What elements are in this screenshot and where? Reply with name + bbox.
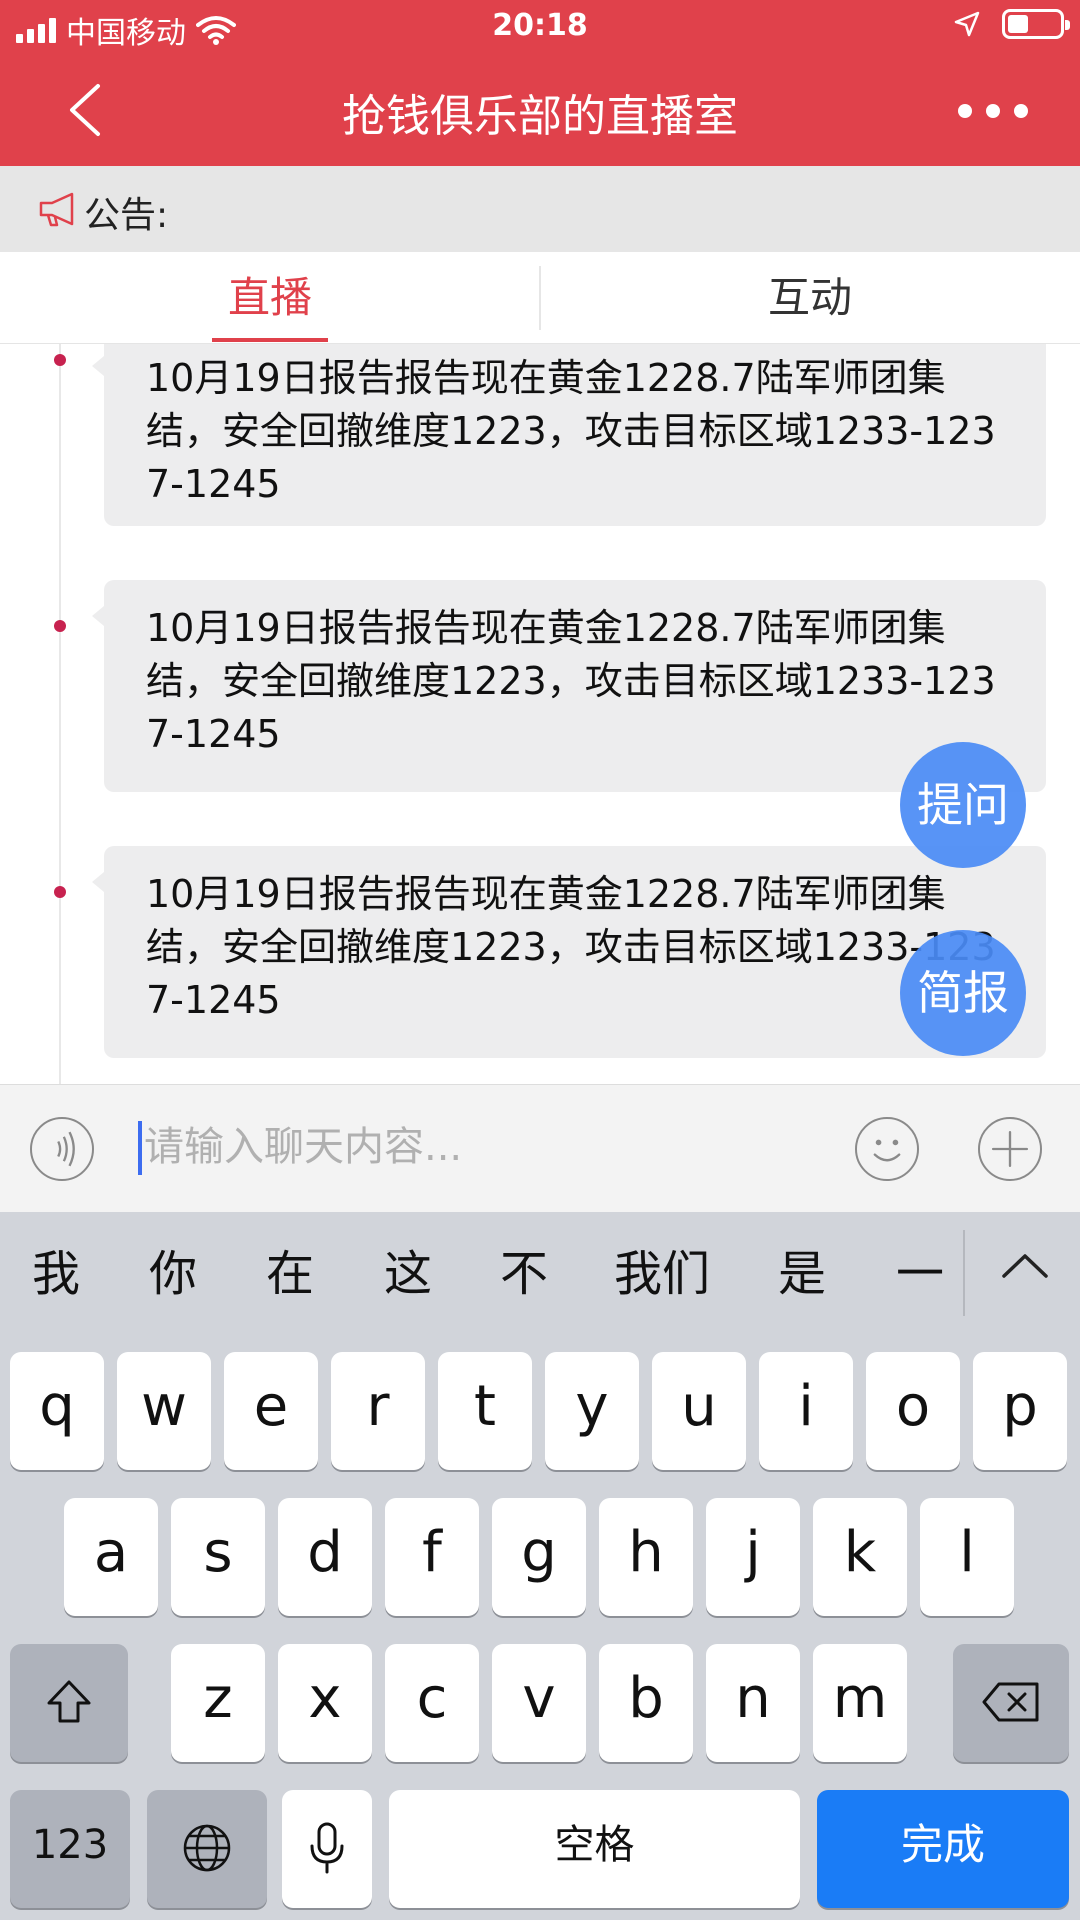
nav-bar: 抢钱俱乐部的直播室: [0, 54, 1080, 166]
plus-icon[interactable]: [978, 1117, 1042, 1181]
delete-icon: [982, 1682, 1039, 1722]
announcement-bar: 公告:: [0, 166, 1080, 252]
timeline-line: [59, 344, 61, 1084]
key-r[interactable]: r: [331, 1352, 425, 1470]
candidate-word[interactable]: 我们: [614, 1234, 710, 1304]
status-bar: 中国移动 20:18: [0, 0, 1080, 54]
feed-message: 10月19日报告报告现在黄金1228.7陆军师团集结，安全回撤维度1223，攻击…: [92, 344, 1046, 526]
candidate-word[interactable]: 这: [384, 1234, 432, 1304]
timeline-dot: [54, 620, 66, 632]
done-key[interactable]: 完成: [817, 1790, 1069, 1908]
voice-icon[interactable]: [30, 1117, 94, 1181]
space-key[interactable]: 空格: [389, 1790, 800, 1908]
delete-key[interactable]: [953, 1644, 1069, 1762]
key-v[interactable]: v: [492, 1644, 586, 1762]
active-tab-indicator: [212, 338, 328, 342]
shift-key[interactable]: [10, 1644, 128, 1762]
key-a[interactable]: a: [64, 1498, 158, 1616]
battery-icon: [1002, 9, 1070, 39]
announcement-label: 公告:: [84, 195, 169, 236]
timeline-dot: [54, 886, 66, 898]
candidate-word[interactable]: 我: [32, 1234, 80, 1304]
megaphone-icon: [39, 192, 74, 227]
key-o[interactable]: o: [866, 1352, 960, 1470]
key-j[interactable]: j: [706, 1498, 800, 1616]
candidate-word[interactable]: 不: [500, 1234, 548, 1304]
key-i[interactable]: i: [759, 1352, 853, 1470]
key-g[interactable]: g: [492, 1498, 586, 1616]
candidate-word[interactable]: 一: [896, 1234, 944, 1304]
tab-live[interactable]: 直播: [0, 252, 540, 344]
more-icon[interactable]: [958, 104, 1028, 118]
key-p[interactable]: p: [973, 1352, 1067, 1470]
tab-bar: 直播 互动: [0, 252, 1080, 344]
timeline-dot: [54, 354, 66, 366]
key-w[interactable]: w: [117, 1352, 211, 1470]
numbers-key[interactable]: 123: [10, 1790, 130, 1908]
brief-report-button[interactable]: 简报: [900, 930, 1026, 1056]
keyboard: 我 你 在 这 不 我们 是 一 q w e r t y u i o p a s…: [0, 1212, 1080, 1920]
tab-interaction[interactable]: 互动: [540, 252, 1080, 344]
key-x[interactable]: x: [278, 1644, 372, 1762]
ask-question-button[interactable]: 提问: [900, 742, 1026, 868]
key-y[interactable]: y: [545, 1352, 639, 1470]
key-h[interactable]: h: [599, 1498, 693, 1616]
key-f[interactable]: f: [385, 1498, 479, 1616]
shift-icon: [47, 1680, 91, 1723]
status-right: [954, 9, 1070, 39]
candidate-divider: [963, 1230, 965, 1316]
feed-message: 10月19日报告报告现在黄金1228.7陆军师团集结，安全回撤维度1223，攻击…: [92, 580, 1046, 792]
key-s[interactable]: s: [171, 1498, 265, 1616]
key-q[interactable]: q: [10, 1352, 104, 1470]
key-b[interactable]: b: [599, 1644, 693, 1762]
chat-input-bar: [0, 1084, 1080, 1212]
key-c[interactable]: c: [385, 1644, 479, 1762]
key-l[interactable]: l: [920, 1498, 1014, 1616]
globe-icon: [183, 1824, 231, 1872]
key-n[interactable]: n: [706, 1644, 800, 1762]
key-k[interactable]: k: [813, 1498, 907, 1616]
key-d[interactable]: d: [278, 1498, 372, 1616]
candidate-word[interactable]: 是: [778, 1234, 826, 1304]
chevron-up-icon[interactable]: [990, 1232, 1060, 1302]
page-title: 抢钱俱乐部的直播室: [342, 91, 738, 142]
location-icon: [954, 11, 980, 37]
key-t[interactable]: t: [438, 1352, 532, 1470]
key-u[interactable]: u: [652, 1352, 746, 1470]
candidate-word[interactable]: 在: [266, 1234, 314, 1304]
key-e[interactable]: e: [224, 1352, 318, 1470]
key-m[interactable]: m: [813, 1644, 907, 1762]
status-time: 20:18: [492, 8, 588, 43]
globe-key[interactable]: [147, 1790, 267, 1908]
candidate-bar: 我 你 在 这 不 我们 是 一: [0, 1212, 1080, 1334]
candidate-word[interactable]: 你: [149, 1234, 197, 1304]
emoji-icon[interactable]: [855, 1117, 919, 1181]
key-z[interactable]: z: [171, 1644, 265, 1762]
feed-message: 10月19日报告报告现在黄金1228.7陆军师团集结，安全回撤维度1223，攻击…: [92, 846, 1046, 1058]
microphone-icon: [310, 1822, 344, 1874]
microphone-key[interactable]: [282, 1790, 372, 1908]
chat-input[interactable]: [140, 1115, 820, 1179]
